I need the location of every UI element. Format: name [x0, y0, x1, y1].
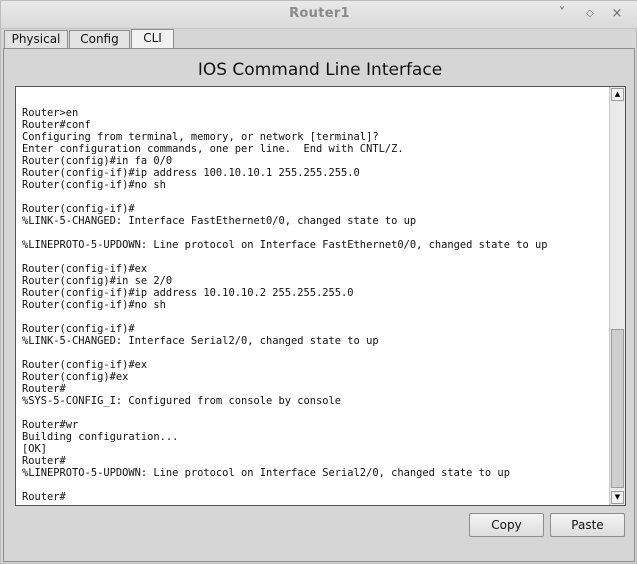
terminal-line: Router# — [22, 491, 66, 503]
terminal-line: Router(config-if)#ex — [22, 263, 148, 275]
terminal-line: Router(config-if)# — [22, 323, 135, 335]
terminal-line: Router#wr — [22, 419, 79, 431]
terminal-line: [OK] — [22, 443, 48, 455]
window-title: Router1 — [289, 6, 350, 21]
cli-panel: IOS Command Line Interface Router>en Rout… — [3, 48, 635, 562]
scroll-thumb[interactable] — [611, 329, 624, 488]
maximize-icon[interactable]: ◇ — [581, 5, 599, 23]
terminal-line: Router(config-if)#ip address 10.10.10.2 … — [22, 287, 354, 299]
terminal-line: Router# — [22, 383, 66, 395]
scroll-down-icon[interactable]: ▼ — [611, 491, 624, 504]
terminal-line: %LINK-5-CHANGED: Interface FastEthernet0… — [22, 215, 417, 227]
terminal-line: Router(config)#in fa 0/0 — [22, 155, 173, 167]
terminal-line: Router(config-if)#ip address 100.10.10.1… — [22, 167, 360, 179]
paste-button[interactable]: Paste — [550, 513, 625, 537]
terminal-line: Router#conf — [22, 119, 91, 131]
terminal-line: Building configuration... — [22, 431, 179, 443]
panel-heading: IOS Command Line Interface — [197, 60, 443, 80]
terminal-line: Router(config)#in se 2/0 — [22, 275, 173, 287]
close-icon[interactable]: × — [608, 5, 626, 23]
scroll-up-icon[interactable]: ▲ — [611, 88, 624, 101]
terminal-line: Router(config-if)# — [22, 203, 135, 215]
router-window: Router1 ˅ ◇ × Physical Config CLI IOS Co… — [0, 0, 637, 564]
terminal-scrollbar[interactable]: ▲ ▼ — [609, 87, 625, 505]
terminal-line: %SYS-5-CONFIG_I: Configured from console… — [22, 395, 342, 407]
terminal-line: Router(config-if)#no sh — [22, 179, 166, 191]
terminal-console[interactable]: Router>en Router#conf Configuring from ter… — [15, 86, 626, 506]
terminal-output[interactable]: Router>en Router#conf Configuring from ter… — [22, 107, 608, 503]
copy-button[interactable]: Copy — [469, 513, 544, 537]
minimize-icon[interactable]: ˅ — [553, 5, 571, 23]
terminal-line: %LINEPROTO-5-UPDOWN: Line protocol on In… — [22, 239, 548, 251]
terminal-line: %LINEPROTO-5-UPDOWN: Line protocol on In… — [22, 467, 510, 479]
terminal-line: Enter configuration commands, one per li… — [22, 143, 404, 155]
terminal-line: %LINK-5-CHANGED: Interface Serial2/0, ch… — [22, 335, 379, 347]
terminal-line: Router(config)#ex — [22, 371, 129, 383]
terminal-line: Configuring from terminal, memory, or ne… — [22, 131, 379, 143]
terminal-line: Router>en — [22, 107, 79, 119]
tab-cli[interactable]: CLI — [131, 29, 174, 49]
terminal-line: Router# — [22, 455, 66, 467]
terminal-line: Router(config-if)#no sh — [22, 299, 166, 311]
title-bar[interactable]: Router1 ˅ ◇ × — [1, 1, 637, 29]
tab-config[interactable]: Config — [69, 30, 130, 48]
terminal-line: Router(config-if)#ex — [22, 359, 148, 371]
tab-physical[interactable]: Physical — [4, 30, 68, 48]
